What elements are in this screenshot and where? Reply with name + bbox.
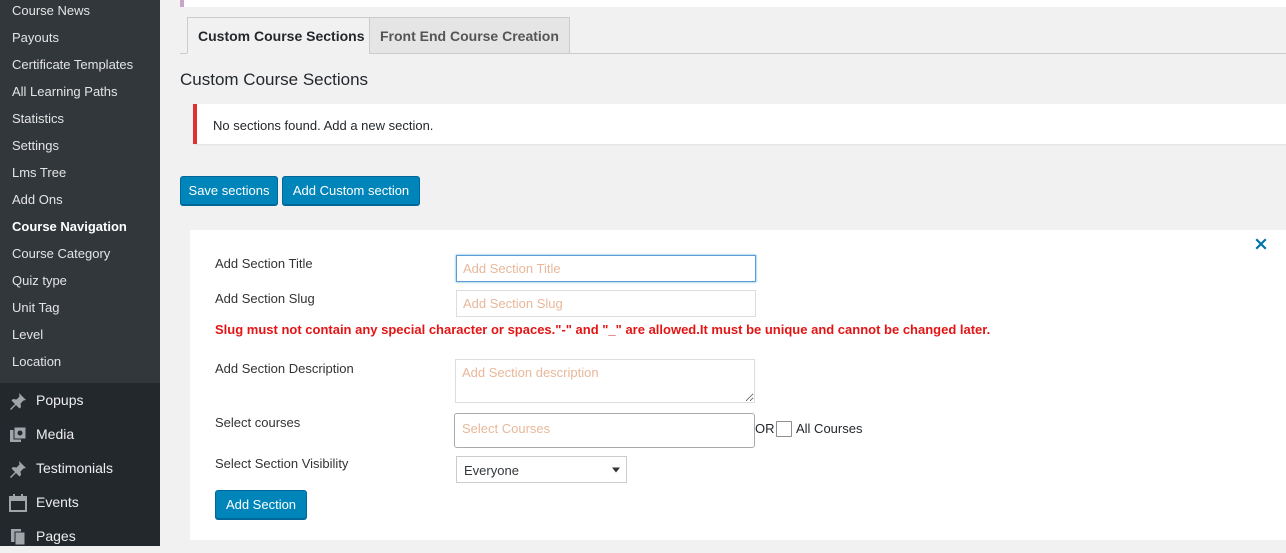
add-section-button[interactable]: Add Section: [215, 490, 307, 519]
menu-label: Popups: [36, 392, 84, 408]
submenu-item-location[interactable]: Location: [12, 352, 61, 372]
menu-item-media[interactable]: Media: [0, 417, 160, 451]
courses-placeholder: Select Courses: [462, 421, 551, 436]
menu-label: Pages: [36, 528, 76, 544]
section-slug-input[interactable]: [456, 290, 756, 317]
page-title: Custom Course Sections: [180, 70, 369, 89]
submenu-item-course-category[interactable]: Course Category: [12, 244, 110, 264]
pin-icon: [10, 393, 26, 410]
tab-custom-course-sections[interactable]: Custom Course Sections: [187, 17, 376, 54]
calendar-icon: [9, 494, 27, 512]
menu-label: Media: [36, 426, 75, 442]
submenu-item-certificate-templates[interactable]: Certificate Templates: [12, 55, 133, 75]
error-notice: No sections found. Add a new section.: [193, 104, 1286, 144]
submenu-item-all-learning-paths[interactable]: All Learning Paths: [12, 82, 118, 102]
or-text: OR: [755, 421, 775, 436]
admin-submenu: Course News Payouts Certificate Template…: [0, 0, 160, 383]
all-courses-checkbox[interactable]: [776, 421, 792, 437]
close-icon[interactable]: [1254, 237, 1268, 251]
pin-icon: [10, 461, 26, 478]
pages-icon: [11, 529, 26, 546]
submenu-item-quiz-type[interactable]: Quiz type: [12, 271, 67, 291]
submenu-item-statistics[interactable]: Statistics: [12, 109, 64, 129]
submenu-item-unit-tag[interactable]: Unit Tag: [12, 298, 59, 318]
tab-front-end-course-creation[interactable]: Front End Course Creation: [369, 17, 570, 54]
menu-item-pages[interactable]: Pages: [0, 519, 160, 553]
visibility-selected-value: Everyone: [464, 463, 519, 478]
section-visibility-select[interactable]: Everyone: [456, 456, 627, 483]
submenu-item-course-news[interactable]: Course News: [12, 1, 90, 21]
section-description-textarea[interactable]: [455, 359, 755, 403]
submenu-item-payouts[interactable]: Payouts: [12, 28, 59, 48]
admin-sidebar: Course News Payouts Certificate Template…: [0, 0, 160, 546]
submenu-item-lms-tree[interactable]: Lms Tree: [12, 163, 66, 183]
top-notice-edge: [180, 0, 1286, 7]
save-sections-button[interactable]: Save sections: [180, 176, 278, 205]
submenu-item-course-navigation[interactable]: Course Navigation: [12, 217, 127, 237]
media-icon: [10, 426, 27, 442]
slug-warning-text: Slug must not contain any special charac…: [215, 322, 991, 337]
menu-label: Events: [36, 494, 79, 510]
menu-item-testimonials[interactable]: Testimonials: [0, 451, 160, 485]
section-title-input[interactable]: [456, 255, 756, 282]
dropdown-arrow-icon: [612, 467, 620, 473]
menu-item-events[interactable]: Events: [0, 485, 160, 519]
menu-label: Testimonials: [36, 460, 114, 476]
submenu-item-add-ons[interactable]: Add Ons: [12, 190, 63, 210]
courses-multiselect[interactable]: Select Courses: [454, 413, 755, 448]
notice-text: No sections found. Add a new section.: [213, 118, 434, 133]
add-section-panel: Add Section Title Add Section Slug Slug …: [190, 230, 1286, 540]
submenu-item-settings[interactable]: Settings: [12, 136, 59, 156]
section-description-label: Add Section Description: [215, 361, 354, 376]
section-title-label: Add Section Title: [215, 256, 313, 271]
section-visibility-label: Select Section Visibility: [215, 456, 349, 471]
all-courses-label[interactable]: All Courses: [796, 421, 862, 437]
menu-item-popups[interactable]: Popups: [0, 383, 160, 417]
select-courses-label: Select courses: [215, 415, 301, 430]
add-custom-section-button[interactable]: Add Custom section: [282, 176, 420, 205]
section-slug-label: Add Section Slug: [215, 291, 315, 306]
submenu-item-level[interactable]: Level: [12, 325, 43, 345]
